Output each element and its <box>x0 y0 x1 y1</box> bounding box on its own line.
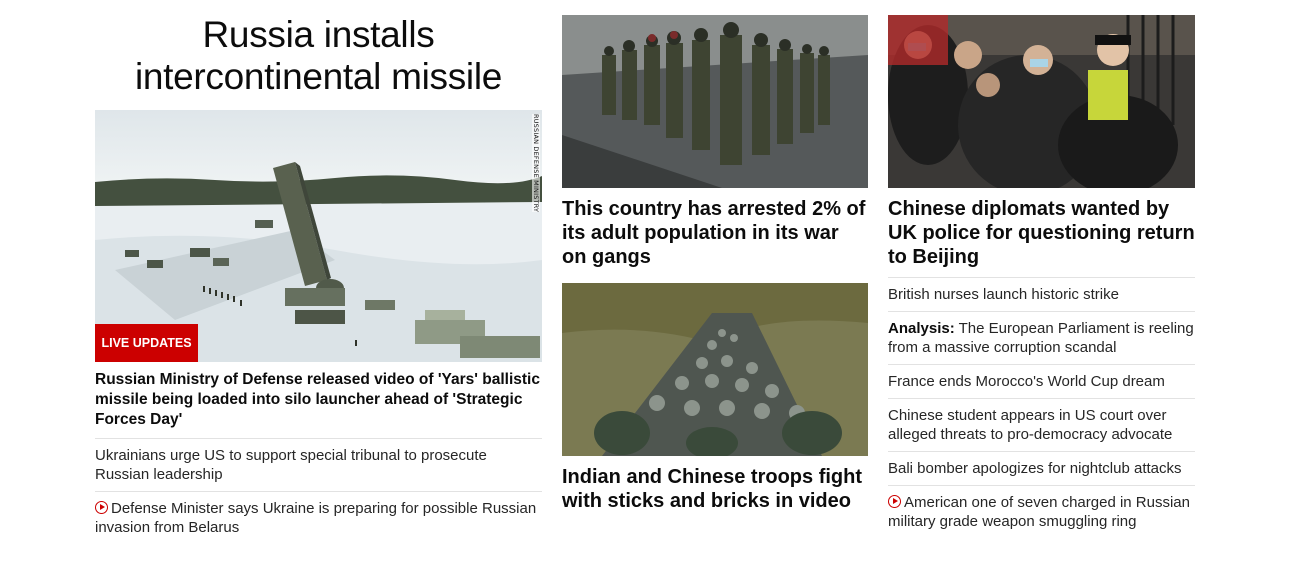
lead-headline[interactable]: Russia installs intercontinental missile <box>95 14 542 98</box>
analysis-label: Analysis: <box>888 320 955 337</box>
list-item[interactable]: Analysis: The European Parliament is ree… <box>888 312 1195 365</box>
live-updates-badge: LIVE UPDATES <box>95 324 198 362</box>
story-image-soldiers[interactable] <box>562 15 868 188</box>
list-item-text: Ukrainians urge US to support special tr… <box>95 447 487 483</box>
right-stories: Chinese diplomats wanted by UK police fo… <box>888 15 1195 538</box>
middle-stories: This country has arrested 2% of its adul… <box>562 15 868 513</box>
lead-caption-link[interactable]: Russian Ministry of Defense released vid… <box>95 370 542 430</box>
story-image-diplomats[interactable] <box>888 15 1195 188</box>
story-title-diplomats[interactable]: Chinese diplomats wanted by UK police fo… <box>888 197 1195 269</box>
list-item[interactable]: France ends Morocco's World Cup dream <box>888 365 1195 399</box>
story-title-troops[interactable]: Indian and Chinese troops fight with sti… <box>562 465 868 513</box>
scuffle-photo <box>888 15 1195 188</box>
list-item-text: Bali bomber apologizes for nightclub att… <box>888 460 1182 477</box>
list-item[interactable]: Bali bomber apologizes for nightclub att… <box>888 452 1195 486</box>
list-item[interactable]: American one of seven charged in Russian… <box>888 486 1195 538</box>
list-item-text: British nurses launch historic strike <box>888 286 1119 303</box>
list-item[interactable]: Chinese student appears in US court over… <box>888 399 1195 452</box>
play-icon <box>888 495 901 508</box>
image-credit: RUSSIAN DEFENSE MINISTRY <box>532 114 540 213</box>
troops-photo <box>562 283 868 456</box>
list-item-text: American one of seven charged in Russian… <box>888 494 1190 530</box>
story-title-gangs[interactable]: This country has arrested 2% of its adul… <box>562 197 868 269</box>
soldiers-photo <box>562 15 868 188</box>
list-item[interactable]: British nurses launch historic strike <box>888 278 1195 312</box>
lead-image-missile[interactable]: RUSSIAN DEFENSE MINISTRY LIVE UPDATES <box>95 110 542 362</box>
list-item-text: France ends Morocco's World Cup dream <box>888 373 1165 390</box>
list-item[interactable]: Ukrainians urge US to support special tr… <box>95 439 542 492</box>
lead-story: Russia installs intercontinental missile <box>95 14 542 544</box>
story-image-troops[interactable] <box>562 283 868 456</box>
play-icon <box>95 501 108 514</box>
list-item-text: Chinese student appears in US court over… <box>888 407 1173 443</box>
list-item-text: Defense Minister says Ukraine is prepari… <box>95 500 537 536</box>
list-item[interactable]: Defense Minister says Ukraine is prepari… <box>95 492 542 544</box>
